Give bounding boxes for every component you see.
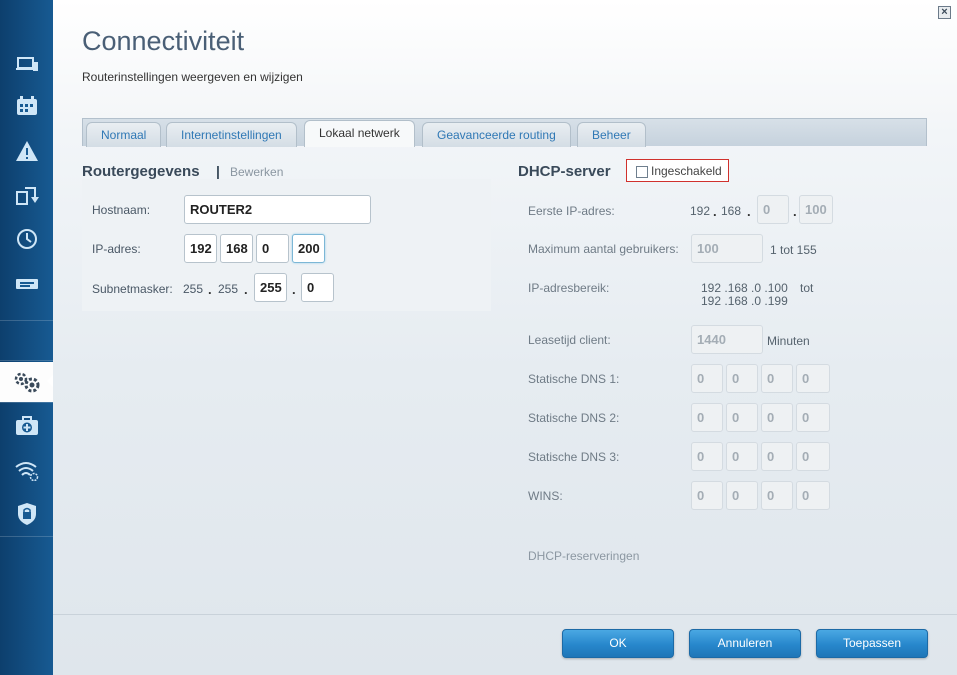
calendar-icon[interactable] (0, 86, 53, 126)
first-ip-dot: . (713, 204, 717, 219)
tab-lokaal-netwerk[interactable]: Lokaal netwerk (304, 120, 415, 147)
page-title: Connectiviteit (82, 26, 245, 56)
subnet-octet-2: 255 (218, 282, 239, 296)
router-heading: Routergegevens (82, 163, 200, 180)
dns3-octet-1-input[interactable]: 0 (691, 442, 723, 471)
dns3-octet-3-input[interactable]: 0 (761, 442, 793, 471)
max-users-range: 1 tot 155 (770, 243, 817, 257)
heading-separator: | (216, 163, 220, 179)
max-users-input[interactable]: 100 (691, 234, 763, 263)
dns3-octet-4-input[interactable]: 0 (796, 442, 830, 471)
main-panel: × Connectiviteit Routerinstellingen weer… (53, 0, 957, 675)
lease-input[interactable]: 1440 (691, 325, 763, 354)
hostname-label: Hostnaam: (92, 203, 151, 217)
ip-range-label: IP-adresbereik: (528, 281, 610, 295)
first-ip-octet-2: 168 (721, 204, 742, 218)
header (53, 0, 957, 120)
first-ip-octet-4-input[interactable]: 100 (799, 195, 833, 224)
wins-label: WINS: (528, 489, 563, 503)
ip-octet-3-input[interactable]: 0 (256, 234, 289, 263)
dns2-octet-4-input[interactable]: 0 (796, 403, 830, 432)
clock-icon[interactable] (0, 219, 53, 259)
ip-octet-4-input[interactable]: 200 (292, 234, 325, 263)
lease-unit: Minuten (767, 334, 810, 348)
first-ip-label: Eerste IP-adres: (528, 204, 615, 218)
dns3-label: Statische DNS 3: (528, 450, 620, 464)
dns1-octet-3-input[interactable]: 0 (761, 364, 793, 393)
dhcp-reservations-link[interactable]: DHCP-reserveringen (528, 549, 639, 563)
dns1-octet-1-input[interactable]: 0 (691, 364, 723, 393)
devices-icon[interactable] (0, 44, 53, 84)
dns2-label: Statische DNS 2: (528, 411, 620, 425)
dns1-octet-4-input[interactable]: 0 (796, 364, 830, 393)
page-subtitle: Routerinstellingen weergeven en wijzigen (82, 70, 303, 84)
ip-label: IP-adres: (92, 242, 141, 256)
dhcp-heading: DHCP-server (518, 163, 611, 180)
gears-icon[interactable] (0, 362, 53, 402)
dns2-octet-3-input[interactable]: 0 (761, 403, 793, 432)
wifi-icon[interactable] (0, 450, 53, 490)
hostname-input[interactable]: ROUTER2 (184, 195, 371, 224)
tab-bar: Normaal Internetinstellingen Lokaal netw… (82, 118, 927, 147)
dns1-octet-2-input[interactable]: 0 (726, 364, 758, 393)
subnet-dot: . (292, 282, 296, 297)
usb-icon[interactable] (0, 264, 53, 304)
apply-button[interactable]: Toepassen (816, 629, 928, 658)
tab-normaal[interactable]: Normaal (86, 122, 162, 147)
lease-label: Leasetijd client: (528, 333, 611, 347)
max-users-label: Maximum aantal gebruikers: (528, 242, 679, 256)
wins-octet-4-input[interactable]: 0 (796, 481, 830, 510)
subnet-label: Subnetmasker: (92, 282, 173, 296)
enabled-checkbox[interactable] (636, 166, 648, 178)
dns2-octet-2-input[interactable]: 0 (726, 403, 758, 432)
sidebar (0, 0, 54, 675)
edit-link[interactable]: Bewerken (230, 165, 283, 179)
dns3-octet-2-input[interactable]: 0 (726, 442, 758, 471)
subnet-octet-3-input[interactable]: 255 (254, 273, 287, 302)
subnet-octet-1: 255 (183, 282, 204, 296)
refresh-icon[interactable] (0, 175, 53, 215)
medkit-icon[interactable] (0, 406, 53, 446)
first-ip-dot: . (747, 204, 751, 219)
dns1-label: Statische DNS 1: (528, 372, 620, 386)
subnet-octet-4-input[interactable]: 0 (301, 273, 334, 302)
subnet-dot: . (244, 282, 248, 297)
tab-geavanceerde-routing[interactable]: Geavanceerde routing (422, 122, 571, 147)
ip-range-to: tot (800, 281, 814, 295)
cancel-button[interactable]: Annuleren (689, 629, 801, 658)
ip-octet-1-input[interactable]: 192 (184, 234, 217, 263)
ip-octet-2-input[interactable]: 168 (220, 234, 253, 263)
ok-button[interactable]: OK (562, 629, 674, 658)
first-ip-octet-3-input[interactable]: 0 (757, 195, 789, 224)
first-ip-dot: . (793, 204, 797, 219)
first-ip-octet-1: 192 (690, 204, 711, 218)
shield-lock-icon[interactable] (0, 494, 53, 534)
subnet-dot: . (208, 282, 212, 297)
enabled-label[interactable]: Ingeschakeld (651, 164, 722, 178)
ip-range-end: 192 .168 .0 .199 (701, 294, 788, 308)
wins-octet-1-input[interactable]: 0 (691, 481, 723, 510)
dns2-octet-1-input[interactable]: 0 (691, 403, 723, 432)
ip-range-start: 192 .168 .0 .100 (701, 281, 788, 295)
footer-divider (53, 614, 957, 615)
close-button[interactable]: × (938, 6, 951, 19)
wins-octet-3-input[interactable]: 0 (761, 481, 793, 510)
tab-beheer[interactable]: Beheer (577, 122, 646, 147)
wins-octet-2-input[interactable]: 0 (726, 481, 758, 510)
warning-icon[interactable] (0, 131, 53, 171)
tab-internetinstellingen[interactable]: Internetinstellingen (166, 122, 297, 147)
